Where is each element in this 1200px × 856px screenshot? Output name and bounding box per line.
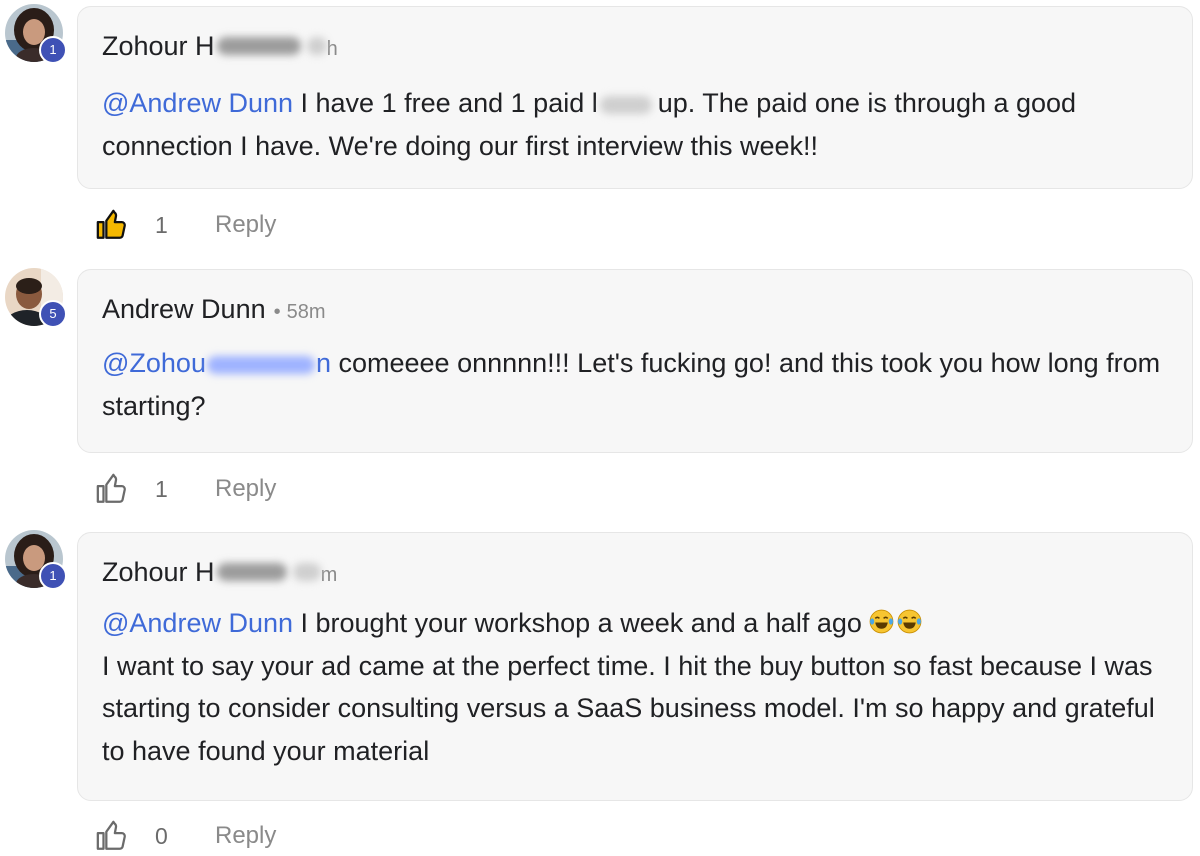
tears-of-joy-icon <box>870 609 894 634</box>
level-badge: 1 <box>39 562 67 590</box>
mention-link[interactable]: @Andrew Dunn <box>102 608 293 638</box>
redacted-name <box>216 37 301 55</box>
mention-link[interactable]: @Zohou n <box>102 348 331 378</box>
redacted-name <box>216 563 287 581</box>
tears-of-joy-icon <box>898 609 922 634</box>
laughing-emoji-icon: 😂😂 <box>869 605 927 634</box>
comment-actions: 1 Reply <box>95 205 276 245</box>
author-line: Andrew Dunn • 58m <box>102 294 326 328</box>
author-name[interactable]: Zohour H <box>102 557 215 588</box>
thumbs-up-icon[interactable] <box>95 472 129 506</box>
mention-link[interactable]: @Andrew Dunn <box>102 88 293 118</box>
comment-text-part: I brought your workshop a week and a hal… <box>293 608 862 638</box>
timestamp: h <box>326 38 338 60</box>
thumbs-up-icon[interactable] <box>95 819 129 853</box>
separator-dot: • <box>273 301 281 323</box>
author-name[interactable]: Zohour H <box>102 31 215 62</box>
author-line: Zohour H m <box>102 557 337 591</box>
comment-bubble: Zohour H h @Andrew Dunn I have 1 free an… <box>77 6 1193 189</box>
comment-text-part: I have 1 free and 1 paid l <box>293 88 598 118</box>
level-badge: 5 <box>39 300 67 328</box>
like-count: 1 <box>155 475 168 502</box>
author-name[interactable]: Andrew Dunn <box>102 294 266 325</box>
timestamp: 58m <box>286 301 326 323</box>
redacted-mention <box>206 355 315 374</box>
mention-end: n <box>315 348 331 378</box>
comment-paragraph-2: I want to say your ad came at the perfec… <box>102 650 1155 766</box>
redacted-time <box>306 37 327 55</box>
level-badge: 1 <box>39 36 67 64</box>
author-line: Zohour H h <box>102 31 338 65</box>
comment-text: @Zohou n comeeee onnnnn!!! Let's fucking … <box>102 342 1168 427</box>
comment-text: @Andrew Dunn I brought your workshop a w… <box>102 602 1168 772</box>
comment-bubble: Andrew Dunn • 58m @Zohou n comeeee onnnnn… <box>77 269 1193 453</box>
redacted-time <box>292 563 321 581</box>
comment-actions: 1 Reply <box>95 469 276 509</box>
comment-actions: 0 Reply <box>95 816 276 856</box>
like-count: 1 <box>155 211 168 238</box>
comment-text: @Andrew Dunn I have 1 free and 1 paid lu… <box>102 82 1168 167</box>
timestamp: m <box>320 564 338 586</box>
mention-start: @Zohou <box>102 348 206 378</box>
thumbs-up-icon[interactable] <box>95 208 129 242</box>
comment-line-1: @Andrew Dunn I brought your workshop a w… <box>102 602 1168 645</box>
comment-bubble: Zohour H m @Andrew Dunn I brought your w… <box>77 532 1193 801</box>
reply-button[interactable]: Reply <box>215 475 276 503</box>
reply-button[interactable]: Reply <box>215 211 276 239</box>
like-count: 0 <box>155 822 168 849</box>
redacted-word <box>599 95 652 114</box>
